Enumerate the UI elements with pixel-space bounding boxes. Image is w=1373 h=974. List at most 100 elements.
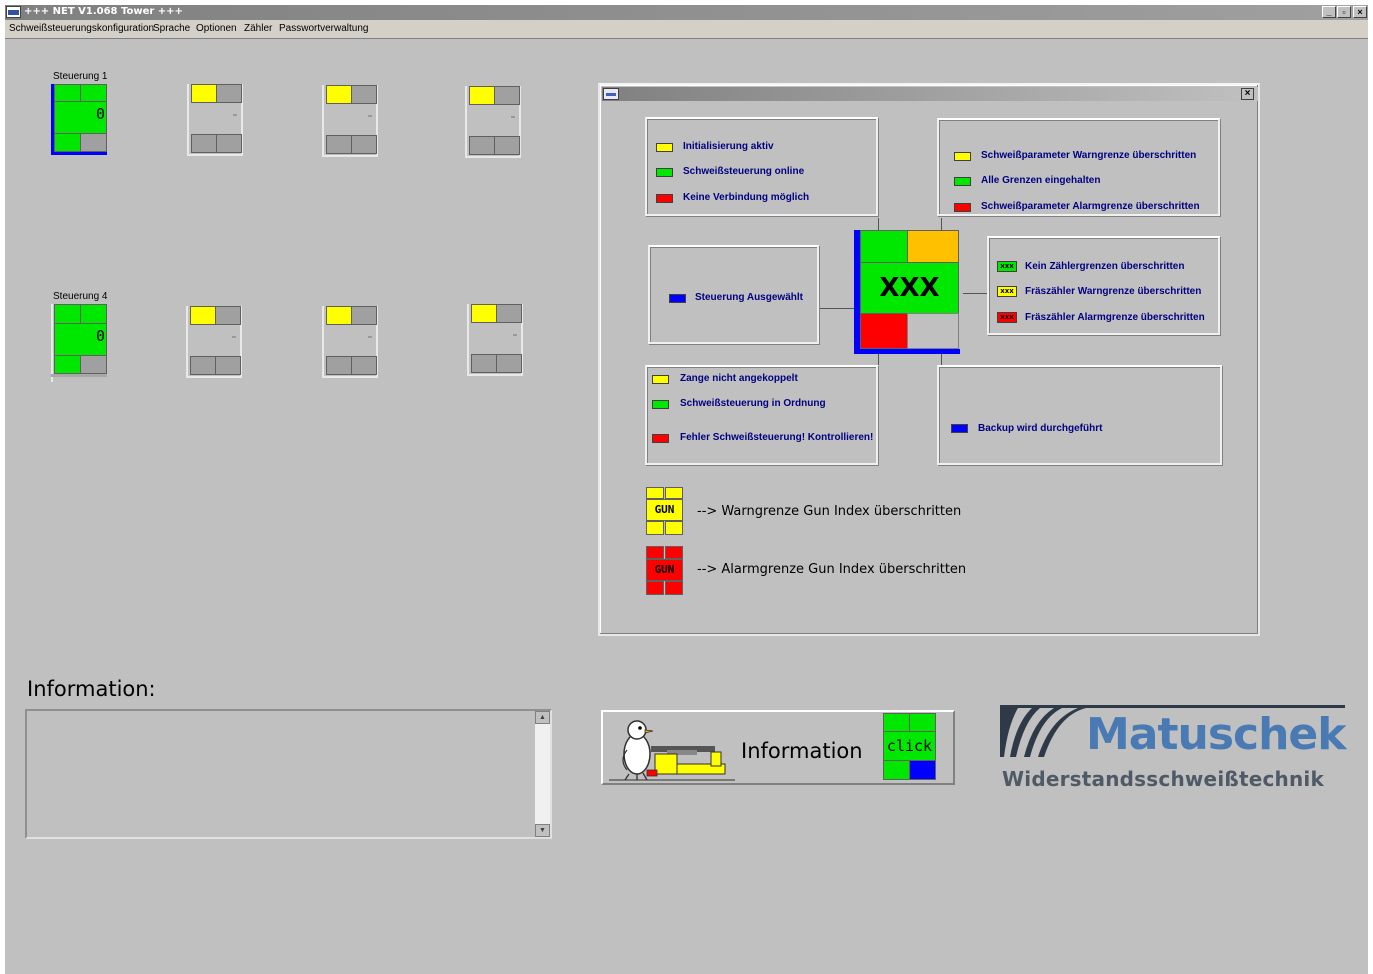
menu-passwortverwaltung[interactable]: Passwortverwaltung	[279, 23, 368, 34]
gun-cell	[860, 313, 908, 349]
click-tile: click	[883, 713, 937, 783]
legend-panel: × Initialisierung aktiv Schweißsteuerung…	[598, 83, 1260, 636]
counter-value: 0	[95, 327, 105, 345]
legend-item-param-alarm: Schweißparameter Alarmgrenze überschritt…	[981, 201, 1200, 212]
gun-index-alarm-icon: GUN	[646, 546, 684, 596]
status-cell	[860, 230, 908, 263]
status-cell	[471, 304, 497, 323]
title-bar: +++ NET V1.068 Tower +++ _ ▫ ×	[5, 5, 1368, 20]
swatch-green	[652, 400, 669, 409]
matuschek-logo: Matuschek Widerstandsschweißtechnik	[1000, 705, 1347, 800]
controller-label: Steuerung 4	[53, 291, 108, 302]
param-cell	[496, 304, 522, 323]
restore-button[interactable]: ▫	[1337, 6, 1351, 18]
legend-item-gun-ok: Schweißsteuerung in Ordnung	[680, 398, 826, 409]
status-cell	[54, 304, 81, 324]
legend-item-counter-ok: Kein Zählergrenzen überschritten	[1025, 261, 1185, 272]
menu-zaehler[interactable]: Zähler	[244, 23, 272, 34]
controller-tile-3[interactable]	[322, 85, 378, 157]
gun-cell	[471, 354, 497, 373]
gun-cell	[191, 134, 217, 153]
legend-item-limits-ok: Alle Grenzen eingehalten	[981, 175, 1101, 186]
legend-item-gun-error: Fehler Schweißsteuerung! Kontrollieren!	[680, 432, 874, 443]
information-textarea[interactable]: ▲ ▼	[25, 709, 552, 839]
legend-header: ×	[602, 87, 1258, 101]
counter-dash	[511, 116, 515, 118]
legend-box-counters: xxx Kein Zählergrenzen überschritten xxx…	[987, 236, 1220, 335]
information-button[interactable]: Information click	[601, 710, 955, 785]
minimize-button[interactable]: _	[1322, 6, 1336, 18]
swatch-yellow	[652, 375, 669, 384]
status-cell	[326, 85, 352, 104]
controller-tile-7[interactable]	[322, 306, 378, 378]
status-cell	[190, 306, 216, 325]
swatch-yellow	[954, 152, 971, 161]
backup-cell	[351, 135, 377, 154]
swatch-blue	[951, 424, 968, 433]
param-cell	[215, 306, 241, 325]
legend-item-counter-alarm: Fräszähler Alarmgrenze überschritten	[1025, 312, 1205, 323]
backup-cell	[496, 354, 522, 373]
menu-sprache[interactable]: Sprache	[153, 23, 190, 34]
gun-cell	[54, 355, 81, 374]
scroll-down-arrow-icon[interactable]: ▼	[535, 824, 550, 837]
backup-cell	[351, 356, 377, 375]
scroll-up-arrow-icon[interactable]: ▲	[535, 711, 550, 724]
gun-cell	[326, 356, 352, 375]
gun-cell	[54, 133, 81, 152]
legend-box-gun: Zange nicht angekoppelt Schweißsteuerung…	[645, 365, 878, 465]
param-cell	[907, 230, 959, 263]
param-cell	[351, 85, 377, 104]
swatch-red	[954, 203, 971, 212]
information-scrollbar[interactable]: ▲ ▼	[535, 711, 550, 837]
swatch-red-xxx: xxx	[997, 312, 1017, 323]
controller-tile-5[interactable]	[465, 86, 521, 158]
legend-item-counter-warn: Fräszähler Warngrenze überschritten	[1025, 286, 1202, 297]
param-cell	[494, 86, 520, 105]
menu-optionen[interactable]: Optionen	[196, 23, 237, 34]
counter-dash	[232, 336, 236, 338]
backup-cell	[216, 134, 242, 153]
counter-value: 0	[95, 105, 105, 123]
legend-example-tile: XXX	[854, 230, 962, 355]
app-icon	[6, 6, 21, 18]
legend-box-selected: Steuerung Ausgewählt	[648, 245, 819, 344]
gun-cell	[190, 356, 216, 375]
menu-bar: Schweißsteuerungskonfiguration Sprache O…	[5, 20, 1368, 39]
param-cell	[351, 306, 377, 325]
controller-tile-8[interactable]	[467, 304, 523, 376]
close-window-button[interactable]: ×	[1353, 6, 1367, 18]
swatch-red	[656, 194, 673, 203]
legend-close-button[interactable]: ×	[1241, 88, 1254, 100]
selection-bar-bottom	[854, 349, 960, 354]
controller-tile-2[interactable]	[187, 84, 243, 156]
controller-label: Steuerung 1	[53, 71, 108, 82]
selection-bar-bottom	[51, 152, 107, 155]
swatch-green	[656, 168, 673, 177]
legend-box-status: Initialisierung aktiv Schweißsteuerung o…	[645, 117, 878, 216]
application-window: +++ NET V1.068 Tower +++ _ ▫ × Schweißst…	[5, 5, 1368, 974]
backup-cell	[494, 136, 520, 155]
param-cell	[216, 84, 242, 103]
tile-edge	[51, 374, 107, 377]
status-cell	[326, 306, 352, 325]
gun-index-alarm-text: --> Alarmgrenze Gun Index überschritten	[697, 562, 967, 577]
controller-tile-6[interactable]	[186, 306, 242, 378]
legend-item-online: Schweißsteuerung online	[683, 166, 805, 177]
legend-item-gun-not-coupled: Zange nicht angekoppelt	[680, 373, 798, 384]
controller-tile-4[interactable]: Steuerung 4 0	[51, 291, 108, 382]
legend-app-icon	[603, 88, 619, 100]
controller-tile-1[interactable]: Steuerung 1 0	[51, 71, 108, 156]
gun-index-warn-icon: GUN	[646, 487, 684, 537]
status-cell	[54, 84, 81, 102]
swatch-yellow	[656, 143, 673, 152]
status-cell	[469, 86, 495, 105]
param-cell	[80, 304, 107, 324]
swatch-blue	[669, 294, 686, 303]
param-cell	[80, 84, 107, 102]
gun-badge: GUN	[646, 559, 683, 581]
backup-cell	[80, 355, 107, 374]
legend-item-no-connection: Keine Verbindung möglich	[683, 192, 810, 203]
legend-item-init: Initialisierung aktiv	[683, 141, 774, 152]
menu-schweisssteuerungskonfiguration[interactable]: Schweißsteuerungskonfiguration	[9, 23, 154, 34]
